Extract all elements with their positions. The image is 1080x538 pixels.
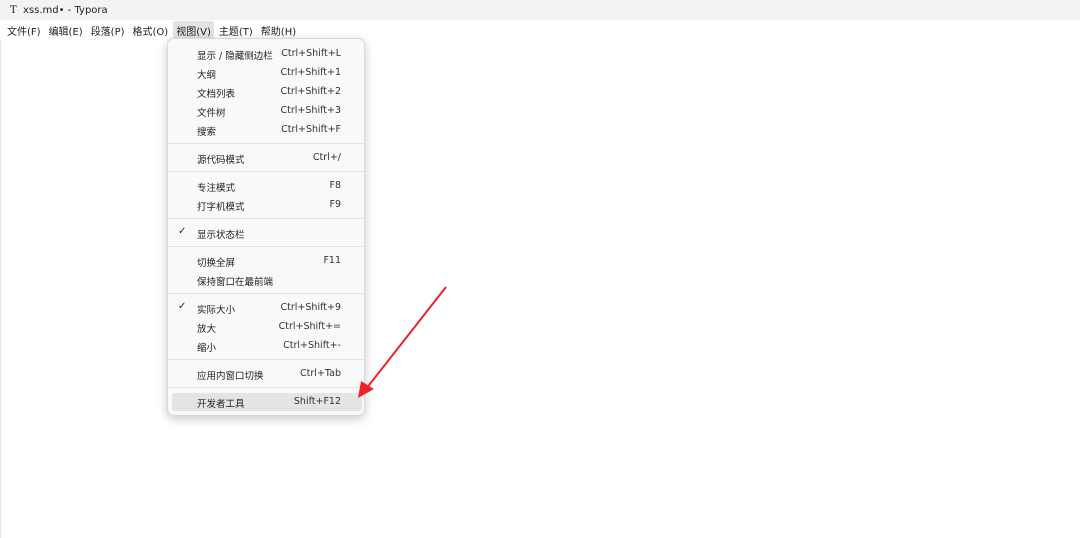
menu-item-label: 显示 / 隐藏侧边栏 bbox=[197, 51, 273, 62]
menu-item-shortcut: Ctrl+Shift+3 bbox=[280, 105, 341, 116]
menu-item-status-bar[interactable]: ✓ 显示状态栏 bbox=[172, 224, 362, 242]
menu-item-window-switch[interactable]: 应用内窗口切换 Ctrl+Tab bbox=[172, 365, 362, 383]
menu-item-label: 缩小 bbox=[197, 343, 217, 354]
window-title: xss.md• - Typora bbox=[23, 4, 108, 16]
menu-item-label: 文件树 bbox=[197, 108, 226, 119]
editor-area[interactable] bbox=[0, 40, 1080, 538]
menu-format[interactable]: 格式(O) bbox=[130, 21, 172, 40]
menu-item-typewriter-mode[interactable]: 打字机模式 F9 bbox=[172, 196, 362, 214]
menu-item-label: 打字机模式 bbox=[197, 202, 245, 213]
menu-item-zoom-out[interactable]: 缩小 Ctrl+Shift+- bbox=[172, 337, 362, 355]
menu-item-label: 实际大小 bbox=[197, 305, 236, 316]
menu-item-label: 源代码模式 bbox=[197, 155, 245, 166]
menu-item-shortcut: Ctrl+Shift+= bbox=[278, 321, 341, 332]
menu-item-file-tree[interactable]: 文件树 Ctrl+Shift+3 bbox=[172, 102, 362, 120]
menu-separator bbox=[168, 359, 364, 360]
title-bar: T xss.md• - Typora bbox=[0, 0, 1080, 20]
menu-item-shortcut: F11 bbox=[323, 255, 341, 266]
menu-separator bbox=[168, 143, 364, 144]
menu-item-shortcut: Ctrl+Shift+F bbox=[281, 124, 341, 135]
menu-item-shortcut: Shift+F12 bbox=[293, 396, 341, 407]
menu-help[interactable]: 帮助(H) bbox=[258, 21, 299, 40]
menu-view[interactable]: 视图(V) bbox=[173, 20, 214, 40]
menu-separator bbox=[168, 293, 364, 294]
menu-item-label: 专注模式 bbox=[197, 183, 236, 194]
menu-item-label: 大纲 bbox=[197, 70, 217, 81]
menu-item-shortcut: Ctrl+Shift+- bbox=[283, 340, 341, 351]
menu-item-actual-size[interactable]: ✓ 实际大小 Ctrl+Shift+9 bbox=[172, 299, 362, 317]
typora-app-icon: T bbox=[10, 4, 17, 16]
menu-theme[interactable]: 主题(T) bbox=[216, 21, 256, 40]
menu-bar: 文件(F) 编辑(E) 段落(P) 格式(O) 视图(V) 主题(T) 帮助(H… bbox=[0, 20, 1080, 40]
menu-item-developer-tools[interactable]: 开发者工具 Shift+F12 bbox=[172, 393, 362, 411]
checkmark-icon: ✓ bbox=[178, 226, 187, 237]
menu-item-toggle-fullscreen[interactable]: 切换全屏 F11 bbox=[172, 252, 362, 270]
left-edge-divider bbox=[0, 40, 1, 538]
menu-item-toggle-sidebar[interactable]: 显示 / 隐藏侧边栏 Ctrl+Shift+L bbox=[172, 45, 362, 63]
menu-item-shortcut: Ctrl+Shift+L bbox=[281, 48, 341, 59]
menu-item-shortcut: Ctrl+Shift+9 bbox=[280, 302, 341, 313]
menu-item-label: 保持窗口在最前端 bbox=[197, 277, 274, 288]
menu-item-outline[interactable]: 大纲 Ctrl+Shift+1 bbox=[172, 64, 362, 82]
menu-separator bbox=[168, 218, 364, 219]
menu-separator bbox=[168, 387, 364, 388]
menu-item-source-code-mode[interactable]: 源代码模式 Ctrl+/ bbox=[172, 149, 362, 167]
menu-item-shortcut: Ctrl+/ bbox=[312, 152, 341, 163]
menu-separator bbox=[168, 246, 364, 247]
menu-item-label: 开发者工具 bbox=[197, 399, 245, 410]
checkmark-icon: ✓ bbox=[178, 301, 187, 312]
menu-item-focus-mode[interactable]: 专注模式 F8 bbox=[172, 177, 362, 195]
menu-item-label: 文档列表 bbox=[197, 89, 236, 100]
menu-item-search[interactable]: 搜索 Ctrl+Shift+F bbox=[172, 121, 362, 139]
menu-item-label: 切换全屏 bbox=[197, 258, 236, 269]
menu-item-label: 搜索 bbox=[197, 127, 217, 138]
menu-item-label: 应用内窗口切换 bbox=[197, 371, 264, 382]
menu-paragraph[interactable]: 段落(P) bbox=[88, 21, 128, 40]
menu-file[interactable]: 文件(F) bbox=[4, 21, 44, 40]
menu-item-shortcut: F9 bbox=[329, 199, 341, 210]
menu-separator bbox=[168, 171, 364, 172]
view-menu-dropdown: 显示 / 隐藏侧边栏 Ctrl+Shift+L 大纲 Ctrl+Shift+1 … bbox=[167, 38, 365, 416]
menu-item-label: 放大 bbox=[197, 324, 217, 335]
menu-item-always-on-top[interactable]: 保持窗口在最前端 bbox=[172, 271, 362, 289]
menu-item-shortcut: Ctrl+Shift+1 bbox=[280, 67, 341, 78]
menu-item-document-list[interactable]: 文档列表 Ctrl+Shift+2 bbox=[172, 83, 362, 101]
menu-item-label: 显示状态栏 bbox=[197, 230, 245, 241]
menu-item-zoom-in[interactable]: 放大 Ctrl+Shift+= bbox=[172, 318, 362, 336]
menu-item-shortcut: Ctrl+Shift+2 bbox=[280, 86, 341, 97]
menu-item-shortcut: Ctrl+Tab bbox=[300, 368, 341, 379]
menu-item-shortcut: F8 bbox=[329, 180, 341, 191]
menu-edit[interactable]: 编辑(E) bbox=[46, 21, 86, 40]
